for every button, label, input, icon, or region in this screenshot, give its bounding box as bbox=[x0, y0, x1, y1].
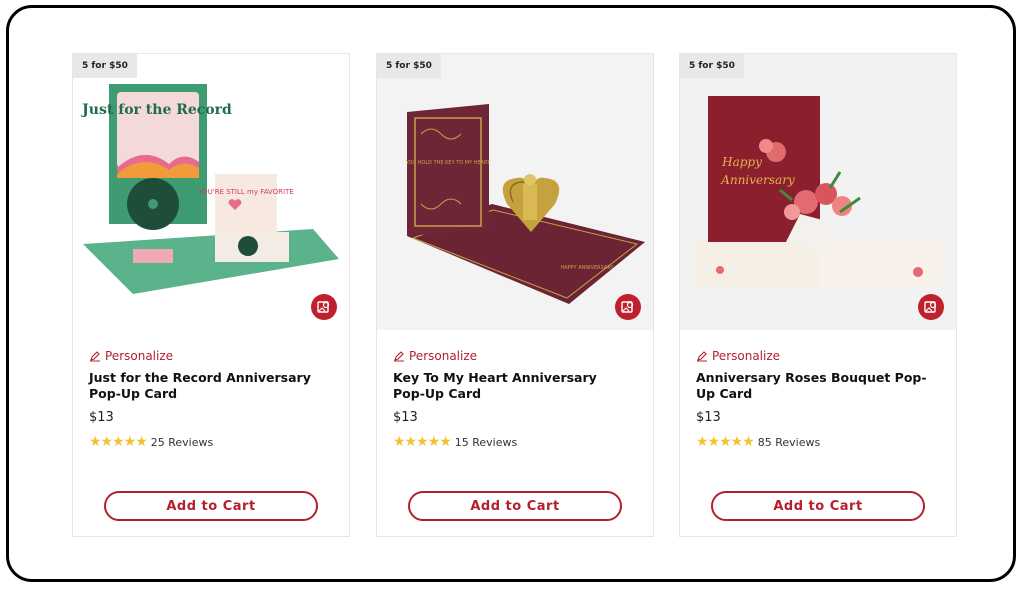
product-price: $13 bbox=[696, 410, 721, 425]
personalize-link[interactable]: Personalize bbox=[89, 349, 173, 363]
product-price: $13 bbox=[89, 410, 114, 425]
product-title[interactable]: Just for the Record Anniversary Pop-Up C… bbox=[89, 370, 329, 402]
product-title[interactable]: Key To My Heart Anniversary Pop-Up Card bbox=[393, 370, 633, 402]
personalize-label: Personalize bbox=[712, 349, 781, 363]
card-cover-text-2: Anniversary bbox=[720, 173, 795, 187]
personalize-photo-icon[interactable] bbox=[918, 294, 944, 320]
add-to-cart-button[interactable]: Add to Cart bbox=[711, 491, 925, 521]
promo-badge: 5 for $50 bbox=[377, 54, 441, 78]
pencil-icon bbox=[90, 351, 100, 362]
screenshot-frame: Just for the Record YOU'RE STILL my FAVO… bbox=[6, 5, 1016, 582]
promo-badge: 5 for $50 bbox=[73, 54, 137, 78]
product-card[interactable]: YOU HOLD THE KEY TO MY HEART HAPPY ANNIV… bbox=[376, 53, 654, 537]
card-cover-text: YOU HOLD THE KEY TO MY HEART bbox=[405, 160, 492, 166]
promo-badge: 5 for $50 bbox=[680, 54, 744, 78]
product-rating[interactable]: ★★★★★ 25 Reviews bbox=[89, 434, 213, 450]
star-rating-icon: ★★★★★ bbox=[696, 434, 755, 450]
personalize-label: Personalize bbox=[105, 349, 174, 363]
product-price: $13 bbox=[393, 410, 418, 425]
key-heart-card-illustration: YOU HOLD THE KEY TO MY HEART HAPPY ANNIV… bbox=[377, 54, 653, 330]
record-card-illustration: Just for the Record YOU'RE STILL my FAVO… bbox=[73, 54, 349, 330]
personalize-link[interactable]: Personalize bbox=[696, 349, 780, 363]
product-image[interactable]: YOU HOLD THE KEY TO MY HEART HAPPY ANNIV… bbox=[377, 54, 653, 330]
product-rating[interactable]: ★★★★★ 15 Reviews bbox=[393, 434, 517, 450]
review-count: 15 Reviews bbox=[454, 435, 518, 449]
personalize-label: Personalize bbox=[409, 349, 478, 363]
card-insert-text: YOU'RE STILL my FAVORITE bbox=[197, 188, 293, 196]
add-to-cart-button[interactable]: Add to Cart bbox=[408, 491, 622, 521]
product-image[interactable]: Happy Anniversary 5 for $50 bbox=[680, 54, 956, 330]
personalize-link[interactable]: Personalize bbox=[393, 349, 477, 363]
card-cover-text: Just for the Record bbox=[80, 102, 232, 118]
pencil-icon bbox=[394, 351, 404, 362]
review-count: 85 Reviews bbox=[757, 435, 821, 449]
product-card[interactable]: Just for the Record YOU'RE STILL my FAVO… bbox=[72, 53, 350, 537]
personalize-photo-icon[interactable] bbox=[311, 294, 337, 320]
card-cover-text: Happy bbox=[721, 155, 762, 169]
pencil-icon bbox=[697, 351, 707, 362]
product-image[interactable]: Just for the Record YOU'RE STILL my FAVO… bbox=[73, 54, 349, 330]
star-rating-icon: ★★★★★ bbox=[89, 434, 148, 450]
star-rating-icon: ★★★★★ bbox=[393, 434, 452, 450]
card-inside-text: HAPPY ANNIVERSARY bbox=[560, 265, 614, 271]
product-title[interactable]: Anniversary Roses Bouquet Pop-Up Card bbox=[696, 370, 936, 402]
product-card[interactable]: Happy Anniversary 5 for $50 Personalize bbox=[679, 53, 957, 537]
roses-bouquet-card-illustration: Happy Anniversary bbox=[680, 54, 956, 330]
review-count: 25 Reviews bbox=[150, 435, 214, 449]
add-to-cart-button[interactable]: Add to Cart bbox=[104, 491, 318, 521]
personalize-photo-icon[interactable] bbox=[615, 294, 641, 320]
product-rating[interactable]: ★★★★★ 85 Reviews bbox=[696, 434, 820, 450]
